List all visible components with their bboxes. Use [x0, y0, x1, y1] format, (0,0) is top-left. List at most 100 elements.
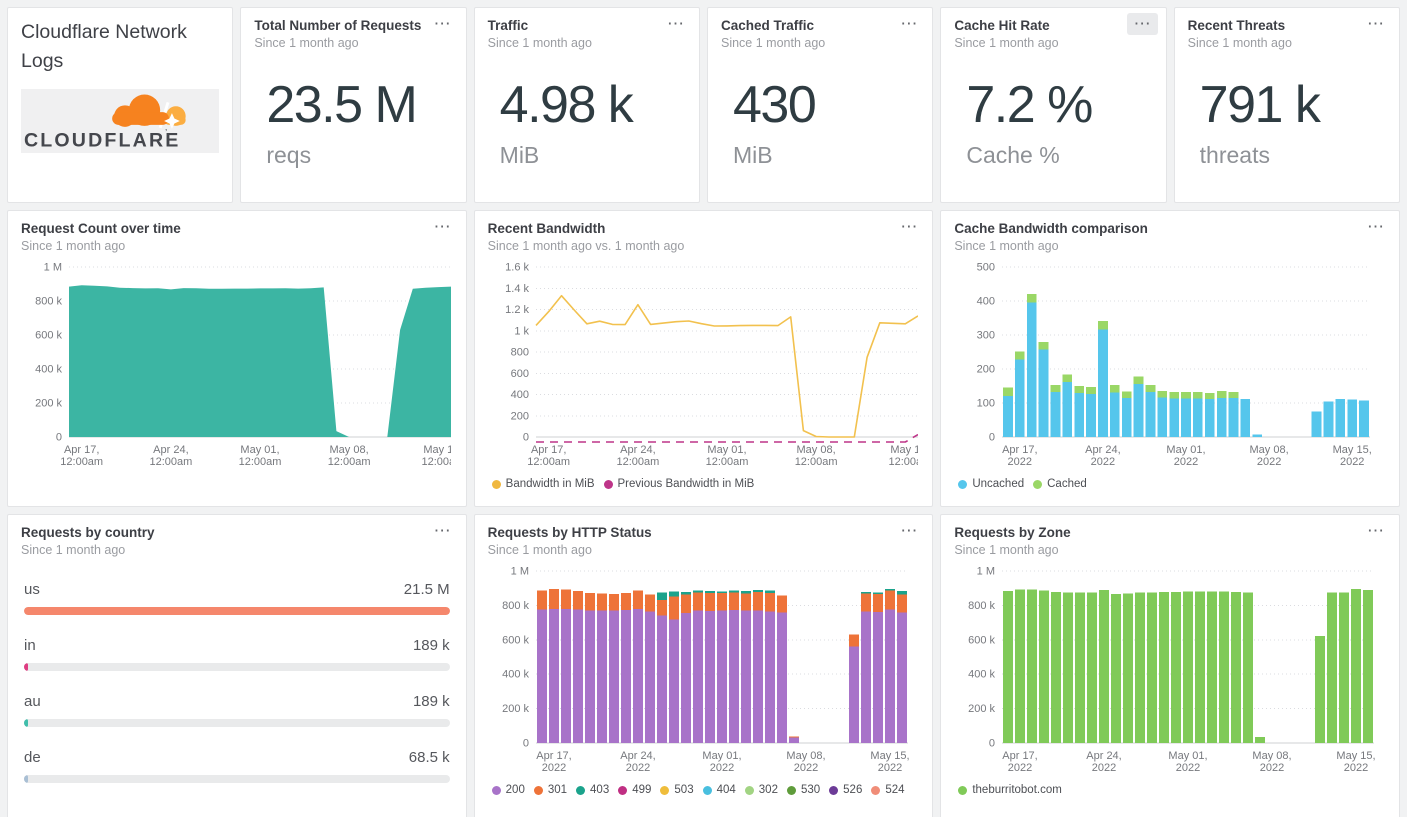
legend-dot-icon	[744, 785, 754, 795]
svg-text:400 k: 400 k	[968, 669, 995, 681]
panel-traffic: Traffic Since 1 month ago ⋯ 4.98 k MiB	[473, 7, 700, 203]
panel-menu-icon[interactable]: ⋯	[1360, 216, 1391, 238]
legend-item[interactable]: 200	[491, 784, 525, 796]
panel-menu-icon[interactable]: ⋯	[893, 216, 924, 238]
svg-text:600 k: 600 k	[502, 634, 529, 646]
chart-canvas[interactable]: 0 200 k 400 k 600 k 800 k 1 M Apr 17, 12:00am Ap…	[21, 259, 451, 473]
panel-menu-icon[interactable]: ⋯	[893, 520, 924, 542]
dashboard: Cloudflare Network Logs CLOUDFLARE ’ Tot…	[0, 0, 1407, 817]
panel-recent-threats: Recent Threats Since 1 month ago ⋯ 791 k…	[1173, 7, 1400, 203]
svg-text:May 15,2022: May 15, 2022	[870, 750, 909, 774]
panel-title: Cache Hit Rate	[954, 18, 1050, 33]
legend-dot-icon	[618, 785, 628, 795]
svg-text:800 k: 800 k	[502, 600, 529, 612]
legend-item[interactable]: 524	[871, 784, 905, 796]
panel-subtitle: Since 1 month ago	[21, 239, 126, 253]
legend-item[interactable]: 499	[618, 784, 651, 796]
svg-text:0: 0	[56, 432, 62, 444]
svg-text:0: 0	[523, 432, 529, 444]
panel-cache-hit-rate: Cache Hit Rate Since 1 month ago ⋯ 7.2 %…	[940, 7, 1167, 203]
svg-text:May 08,2022: May 08, 2022	[1253, 750, 1292, 774]
chart-canvas[interactable]: 0 200 k 400 k 600 k 800 k 1 M Apr 17, 2022 Apr 2…	[954, 563, 1384, 779]
legend-item[interactable]: 302	[744, 784, 778, 796]
country-value: 189 k	[412, 693, 450, 710]
country-label: in	[24, 637, 36, 654]
legend-dot-icon	[533, 785, 543, 795]
svg-text:May 01,2022: May 01, 2022	[1169, 750, 1208, 774]
panel-menu-icon[interactable]: ⋯	[1360, 13, 1391, 35]
request-count-chart[interactable]: 0 200 k 400 k 600 k 800 k 1 M Apr 17, 12:00am Ap…	[21, 259, 453, 473]
stat-unit: threats	[1199, 141, 1270, 168]
panel-title: Request Count over time	[21, 221, 181, 236]
country-row: de 68.5 k	[24, 749, 450, 783]
legend-dot-icon	[576, 785, 586, 795]
chart-canvas[interactable]: 0 100 200 300 400 500 Apr 17, 2022 Apr 24, 2022 Ma…	[954, 259, 1384, 473]
legend-item[interactable]: 404	[702, 784, 736, 796]
recent-bandwidth-chart[interactable]: 0 200 400 600 800 1 k 1.2 k 1.4 k 1.6 k Apr 17, 12…	[488, 259, 920, 490]
legend-item[interactable]: 530	[786, 784, 821, 796]
chart-canvas[interactable]: 0 200 k 400 k 600 k 800 k 1 M Apr 17, 2022 Apr 2…	[488, 563, 918, 779]
panel-title: Total Number of Requests	[254, 18, 422, 33]
legend-label: 301	[547, 784, 568, 796]
svg-text:200 k: 200 k	[968, 703, 995, 715]
panel-subtitle: Since 1 month ago	[487, 36, 592, 50]
svg-text:Apr 24,12:00am: Apr 24, 12:00am	[149, 444, 192, 468]
stat-value: 791 k	[1199, 76, 1321, 134]
country-bar-fill	[24, 663, 28, 671]
panel-menu-icon[interactable]: ⋯	[660, 13, 691, 35]
panel-title: Cached Traffic	[720, 18, 815, 33]
legend-dot-icon	[660, 785, 670, 795]
zone-chart[interactable]: 0 200 k 400 k 600 k 800 k 1 M Apr 17, 2022 Apr 2…	[954, 563, 1386, 796]
panel-menu-icon[interactable]: ⋯	[1126, 13, 1158, 36]
country-label: au	[24, 693, 41, 710]
stat-body: 7.2 % Cache %	[954, 76, 1152, 169]
svg-text:0: 0	[989, 738, 995, 750]
legend-label: Bandwidth in MiB	[505, 478, 595, 490]
legend-item[interactable]: theburritobot.com	[958, 784, 1062, 796]
svg-text:May 112:00a: May 112:00a	[421, 444, 451, 468]
panel-menu-icon[interactable]: ⋯	[1360, 520, 1391, 542]
legend-label: 530	[800, 784, 821, 796]
stat-body: 4.98 k MiB	[488, 76, 686, 169]
panel-menu-icon[interactable]: ⋯	[893, 13, 924, 35]
svg-text:May 08,2022: May 08, 2022	[1250, 444, 1289, 468]
legend-dot-icon	[603, 479, 613, 489]
legend-item[interactable]: Previous Bandwidth in MiB	[603, 478, 754, 490]
svg-text:400 k: 400 k	[502, 669, 529, 681]
cloudflare-wordmark: CLOUDFLARE	[24, 129, 181, 151]
country-value: 68.5 k	[408, 749, 450, 766]
legend-dot-icon	[491, 479, 501, 489]
legend-item[interactable]: 301	[533, 784, 568, 796]
cache-bandwidth-chart[interactable]: 0 100 200 300 400 500 Apr 17, 2022 Apr 24, 2022 Ma…	[954, 259, 1386, 490]
panel-total-requests: Total Number of Requests Since 1 month a…	[240, 7, 467, 203]
legend-item[interactable]: 526	[829, 784, 862, 796]
panel-menu-icon[interactable]: ⋯	[427, 216, 458, 238]
chart-canvas[interactable]: 0 200 400 600 800 1 k 1.2 k 1.4 k 1.6 k Apr 17, 12…	[488, 259, 918, 473]
svg-text:Apr 24,12:00am: Apr 24, 12:00am	[616, 444, 659, 468]
svg-text:600 k: 600 k	[35, 330, 62, 342]
panel-subtitle: Since 1 month ago	[954, 239, 1059, 253]
legend-item[interactable]: Uncached	[958, 478, 1024, 490]
legend-label: 524	[885, 784, 905, 796]
legend-item[interactable]: 503	[660, 784, 694, 796]
country-bar-track	[24, 607, 450, 615]
panel-requests-by-http-status: Requests by HTTP Status Since 1 month ag…	[473, 514, 934, 817]
legend-label: 499	[632, 784, 652, 796]
panel-title: Requests by country	[21, 525, 155, 540]
panel-subtitle: Since 1 month ago	[254, 36, 359, 50]
legend-item[interactable]: Cached	[1033, 478, 1087, 490]
legend-item[interactable]: 403	[576, 784, 609, 796]
svg-text:Apr 24,2022: Apr 24, 2022	[1085, 444, 1120, 468]
panel-title: Traffic	[487, 18, 529, 33]
svg-text:May 08,12:00am: May 08, 12:00am	[794, 444, 837, 468]
http-status-chart[interactable]: 0 200 k 400 k 600 k 800 k 1 M Apr 17, 2022 Apr 2…	[488, 563, 920, 796]
legend-item[interactable]: Bandwidth in MiB	[491, 478, 595, 490]
svg-text:500: 500	[977, 262, 995, 274]
svg-text:400: 400	[977, 296, 995, 308]
legend-dot-icon	[958, 479, 968, 489]
panel-menu-icon[interactable]: ⋯	[427, 13, 458, 35]
country-bar-gauge[interactable]: us 21.5 M in 189 k au 189 k de 68.5 k	[21, 581, 453, 783]
panel-menu-icon[interactable]: ⋯	[427, 520, 458, 542]
panel-title: Requests by HTTP Status	[487, 525, 652, 540]
svg-text:200 k: 200 k	[35, 398, 62, 410]
